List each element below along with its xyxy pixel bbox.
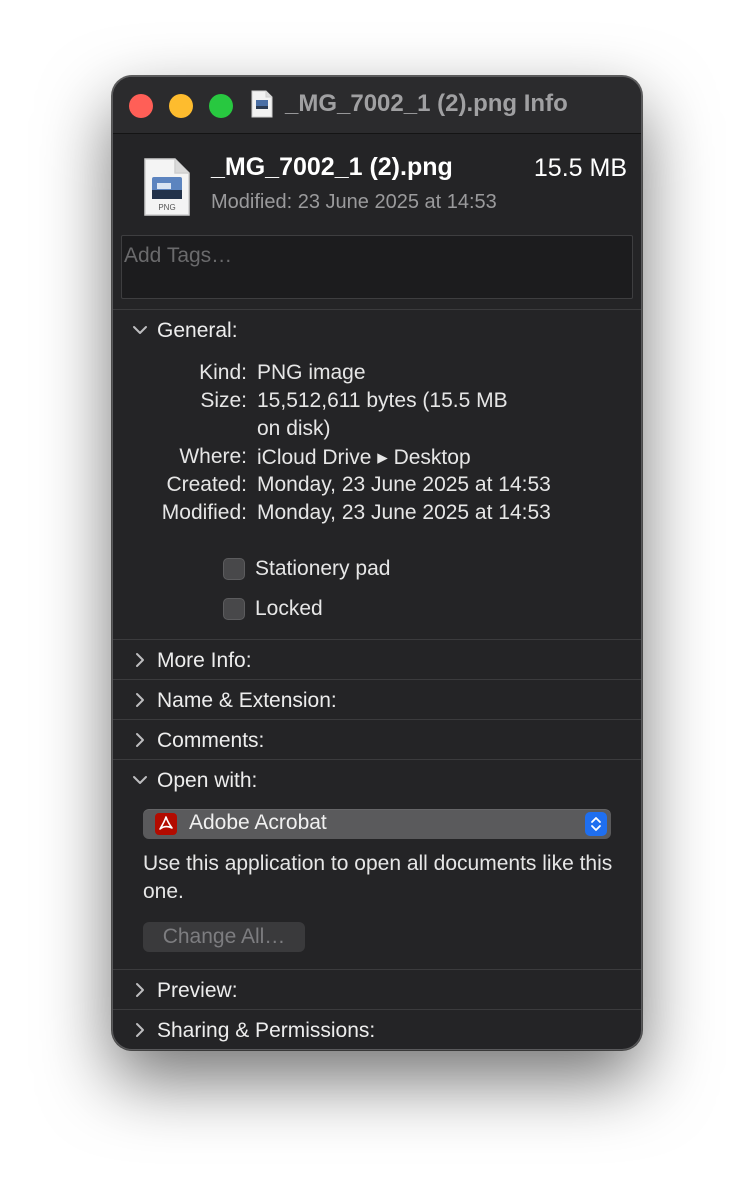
divider xyxy=(113,679,641,680)
divider xyxy=(113,759,641,760)
modified-value: Monday, 23 June 2025 at 14:53 xyxy=(257,501,551,524)
locked-label: Locked xyxy=(255,597,323,620)
section-label: Sharing & Permissions: xyxy=(157,1019,376,1042)
divider xyxy=(113,1009,641,1010)
section-preview[interactable]: Preview: xyxy=(113,973,641,1013)
kind-value: PNG image xyxy=(257,361,366,384)
section-label: General: xyxy=(157,319,238,342)
size-value: 15,512,611 bytes (15.5 MB xyxy=(257,389,508,412)
created-value: Monday, 23 June 2025 at 14:53 xyxy=(257,473,551,496)
divider xyxy=(113,969,641,970)
window-title: _MG_7002_1 (2).png Info xyxy=(285,90,568,117)
modified-value: 23 June 2025 at 14:53 xyxy=(297,191,497,213)
section-label: Name & Extension: xyxy=(157,689,337,712)
tags-input[interactable] xyxy=(122,236,626,276)
title-bar[interactable]: _MG_7002_1 (2).png Info xyxy=(113,77,641,134)
minimize-button[interactable] xyxy=(169,94,193,118)
change-all-button[interactable]: Change All… xyxy=(143,922,305,952)
size-label: Size: xyxy=(200,389,247,412)
file-type-badge: PNG xyxy=(158,203,175,212)
modified-label: Modified: xyxy=(211,191,293,213)
file-name: _MG_7002_1 (2).png xyxy=(211,153,453,181)
chevron-right-icon[interactable] xyxy=(131,651,149,669)
where-label: Where: xyxy=(179,445,247,468)
modified-label: Modified: xyxy=(161,501,247,524)
selected-app-name: Adobe Acrobat xyxy=(189,811,327,834)
png-file-icon: PNG xyxy=(144,158,190,216)
adobe-acrobat-icon xyxy=(155,813,177,835)
chevron-right-icon[interactable] xyxy=(131,731,149,749)
close-button[interactable] xyxy=(129,94,153,118)
section-comments[interactable]: Comments: xyxy=(113,723,641,763)
chevron-right-icon[interactable] xyxy=(131,691,149,709)
chevron-down-icon[interactable] xyxy=(131,321,149,339)
chevron-right-icon[interactable] xyxy=(131,981,149,999)
created-label: Created: xyxy=(166,473,247,496)
locked-checkbox[interactable] xyxy=(223,598,245,620)
chevron-down-icon[interactable] xyxy=(131,771,149,789)
open-with-description: Use this application to open all documen… xyxy=(143,852,613,903)
tags-field[interactable] xyxy=(121,235,633,299)
modified-summary: Modified: 23 June 2025 at 14:53 xyxy=(211,191,497,214)
file-size: 15.5 MB xyxy=(533,154,627,182)
popup-stepper-icon[interactable] xyxy=(585,812,607,836)
chevron-right-icon[interactable] xyxy=(131,1021,149,1039)
section-name-extension[interactable]: Name & Extension: xyxy=(113,683,641,723)
section-label: More Info: xyxy=(157,649,252,672)
kind-label: Kind: xyxy=(199,361,247,384)
zoom-button[interactable] xyxy=(209,94,233,118)
section-label: Comments: xyxy=(157,729,265,752)
section-general[interactable]: General: xyxy=(113,313,641,353)
section-label: Open with: xyxy=(157,769,258,792)
png-file-icon xyxy=(251,90,273,118)
section-more-info[interactable]: More Info: xyxy=(113,643,641,683)
section-open-with[interactable]: Open with: xyxy=(113,763,641,803)
divider xyxy=(113,309,641,310)
stationery-pad-label: Stationery pad xyxy=(255,557,391,580)
stationery-pad-checkbox[interactable] xyxy=(223,558,245,580)
size-value-continued: on disk) xyxy=(257,417,331,440)
where-value: iCloud Drive ▸ Desktop xyxy=(257,446,471,469)
section-sharing-permissions[interactable]: Sharing & Permissions: xyxy=(113,1013,641,1049)
section-label: Preview: xyxy=(157,979,238,1002)
open-with-popup[interactable]: Adobe Acrobat xyxy=(143,809,611,839)
divider xyxy=(113,639,641,640)
info-window: _MG_7002_1 (2).png Info PNG _MG_7002_1 (… xyxy=(112,76,642,1050)
divider xyxy=(113,719,641,720)
